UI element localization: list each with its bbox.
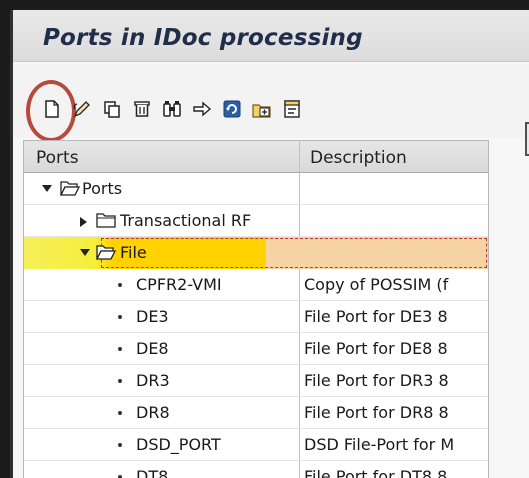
tree-row-port[interactable]: DR8 File Port for DR8 8 — [24, 397, 488, 429]
application-toolbar — [13, 64, 529, 156]
find-icon — [163, 101, 181, 117]
create-button[interactable] — [41, 97, 63, 121]
tree-row-transactional-rfc[interactable]: Transactional RF — [24, 205, 488, 237]
tree-row-port[interactable]: DE3 File Port for DE3 8 — [24, 301, 488, 333]
leaf-bullet-icon — [118, 347, 122, 351]
tree-node-label: Ports — [82, 179, 123, 198]
leaf-bullet-icon — [118, 315, 122, 319]
folder-open-icon — [60, 181, 80, 196]
port-description: Copy of POSSIM (f — [304, 275, 449, 294]
copy-icon — [104, 101, 120, 118]
folder-closed-icon — [96, 213, 116, 228]
change-button[interactable] — [71, 97, 93, 121]
focus-frame — [101, 238, 487, 268]
refresh-button[interactable] — [221, 97, 243, 121]
leaf-bullet-icon — [118, 283, 122, 287]
port-description: File Port for DR3 8 — [304, 371, 449, 390]
tree-row-file[interactable]: File — [24, 237, 488, 269]
delete-icon — [134, 101, 150, 117]
ports-tree-grid: Ports Description Ports Transactional RF — [23, 140, 489, 478]
tree-row-port[interactable]: DSD_PORT DSD File-Port for M — [24, 429, 488, 461]
leaf-bullet-icon — [118, 379, 122, 383]
tree-row-port[interactable]: DT8 File Port for DT8 8 — [24, 461, 488, 478]
port-name: DR8 — [136, 403, 170, 422]
port-description: File Port for DE8 8 — [304, 339, 448, 358]
leaf-bullet-icon — [118, 411, 122, 415]
port-name: CPFR2-VMI — [136, 275, 222, 294]
tree-node-label: Transactional RF — [120, 211, 252, 230]
navigate-button[interactable] — [191, 97, 213, 121]
refresh-icon — [223, 100, 241, 118]
find-button[interactable] — [161, 97, 183, 121]
column-header-description[interactable]: Description — [310, 148, 407, 168]
tree-node-label: File — [120, 243, 147, 262]
folder-open-icon — [96, 245, 116, 260]
leaf-bullet-icon — [118, 443, 122, 447]
grid-header: Ports Description — [24, 141, 488, 173]
port-description: File Port for DE3 8 — [304, 307, 448, 326]
navigate-icon — [193, 101, 212, 117]
create-icon — [45, 100, 59, 118]
port-name: DE8 — [136, 339, 169, 358]
truncated-panel-edge — [525, 122, 529, 156]
expand-arrow-icon[interactable] — [42, 185, 52, 192]
collapse-all-button[interactable] — [281, 97, 303, 121]
tree-row-port[interactable]: DE8 File Port for DE8 8 — [24, 333, 488, 365]
port-description: DSD File-Port for M — [304, 435, 455, 454]
port-name: DE3 — [136, 307, 169, 326]
copy-button[interactable] — [101, 97, 123, 121]
port-name: DR3 — [136, 371, 170, 390]
page-title: Ports in IDoc processing — [43, 25, 363, 51]
port-name: DT8 — [136, 467, 169, 478]
delete-button[interactable] — [131, 97, 153, 121]
expand-all-icon — [252, 104, 271, 118]
expand-all-button[interactable] — [251, 97, 273, 121]
port-description: File Port for DR8 8 — [304, 403, 449, 422]
port-name: DSD_PORT — [136, 435, 221, 454]
collapse-arrow-icon[interactable] — [80, 217, 87, 227]
port-description: File Port for DT8 8 — [304, 467, 448, 478]
column-header-ports[interactable]: Ports — [36, 148, 79, 168]
collapse-all-icon — [284, 100, 300, 118]
expand-arrow-icon[interactable] — [80, 249, 90, 256]
sap-window: Ports in IDoc processing Ports Descripti… — [10, 10, 529, 478]
tree-row-port[interactable]: DR3 File Port for DR3 8 — [24, 365, 488, 397]
change-icon — [73, 101, 90, 118]
tree-row-ports[interactable]: Ports — [24, 173, 488, 205]
title-bar: Ports in IDoc processing — [13, 10, 529, 62]
tree-row-port[interactable]: CPFR2-VMI Copy of POSSIM (f — [24, 269, 488, 301]
